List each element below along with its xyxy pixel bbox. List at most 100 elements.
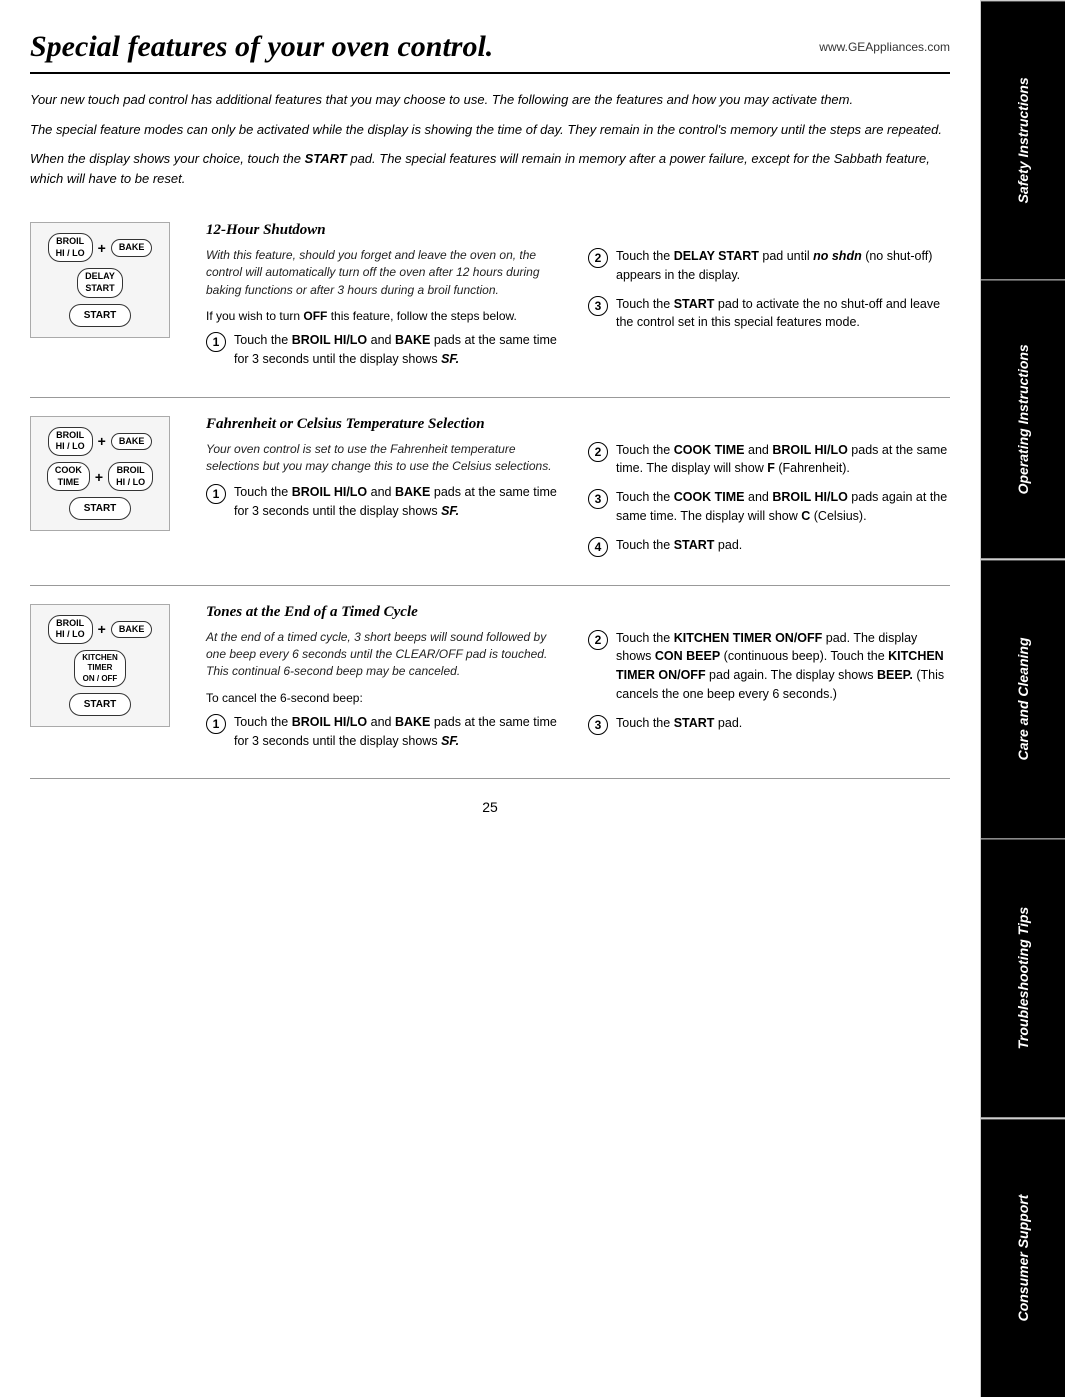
steps-right-2: 2 Touch the COOK TIME and BROIL HI/LO pa… xyxy=(588,441,950,567)
intro-para-1: Your new touch pad control has additiona… xyxy=(30,90,950,110)
btn-start-3: START xyxy=(69,693,132,716)
step-num-2-2: 2 xyxy=(588,442,608,462)
feature-left-2: BROILHI / LO + BAKE COOKTIME + BROILHI /… xyxy=(30,416,190,567)
btn-broil-3: BROILHI / LO xyxy=(48,615,93,644)
step-1-2: 1 Touch the BROIL HI/LO and BAKE pads at… xyxy=(206,483,568,521)
page-number: 25 xyxy=(30,799,950,815)
step-text-3-3: Touch the START pad. xyxy=(616,714,950,735)
step-text-3-1: Touch the START pad to activate the no s… xyxy=(616,295,950,333)
btn-start-2: START xyxy=(69,497,132,520)
btn-broil-1: BROILHI / LO xyxy=(48,233,93,262)
btn-row-3-2: KITCHENTIMERON / OFF xyxy=(74,650,126,687)
feature-content-3: At the end of a timed cycle, 3 short bee… xyxy=(206,629,950,761)
feature-content-1: With this feature, should you forget and… xyxy=(206,247,950,379)
plus-1: + xyxy=(98,240,106,256)
step-4-2: 4 Touch the START pad. xyxy=(588,536,950,557)
step-3-1: 3 Touch the START pad to activate the no… xyxy=(588,295,950,333)
page-title: Special features of your oven control. xyxy=(30,30,493,64)
sidebar-consumer: Consumer Support xyxy=(981,1118,1065,1397)
step-2-3: 2 Touch the KITCHEN TIMER ON/OFF pad. Th… xyxy=(588,629,950,704)
plus-2-1: + xyxy=(98,433,106,449)
feature-main-2: Fahrenheit or Celsius Temperature Select… xyxy=(206,416,950,567)
feature-title-3: Tones at the End of a Timed Cycle xyxy=(206,604,950,621)
step-text-2-1: Touch the DELAY START pad until no shdn … xyxy=(616,247,950,285)
step-text-4-2: Touch the START pad. xyxy=(616,536,950,557)
feature-content-2: Your oven control is set to use the Fahr… xyxy=(206,441,950,567)
step-1-3: 1 Touch the BROIL HI/LO and BAKE pads at… xyxy=(206,713,568,751)
step-text-2-2: Touch the COOK TIME and BROIL HI/LO pads… xyxy=(616,441,950,479)
step-text-2-3: Touch the KITCHEN TIMER ON/OFF pad. The … xyxy=(616,629,950,704)
btn-broil2-2: BROILHI / LO xyxy=(108,462,153,491)
feature-title-1: 12-Hour Shutdown xyxy=(206,222,950,239)
step-text-1-2: Touch the BROIL HI/LO and BAKE pads at t… xyxy=(234,483,568,521)
website-url: www.GEAppliances.com xyxy=(819,40,950,54)
feature-hour-shutdown: BROILHI / LO + BAKE DELAYSTART START 12-… xyxy=(30,204,950,398)
step-3-3: 3 Touch the START pad. xyxy=(588,714,950,735)
btn-start-1: START xyxy=(69,304,132,327)
btn-delay-start-1: DELAYSTART xyxy=(77,268,123,297)
feature-left-1: BROILHI / LO + BAKE DELAYSTART START xyxy=(30,222,190,379)
steps-right-1: 2 Touch the DELAY START pad until no shd… xyxy=(588,247,950,379)
btn-row-1: BROILHI / LO + BAKE xyxy=(48,233,153,262)
steps-left-3: At the end of a timed cycle, 3 short bee… xyxy=(206,629,568,761)
page-header: Special features of your oven control. w… xyxy=(30,30,950,74)
step-num-1-3: 1 xyxy=(206,714,226,734)
btn-diagram-3: BROILHI / LO + BAKE KITCHENTIMERON / OFF… xyxy=(30,604,170,728)
feature-main-3: Tones at the End of a Timed Cycle At the… xyxy=(206,604,950,761)
sidebar-troubleshooting: Troubleshooting Tips xyxy=(981,838,1065,1117)
feature-tones: BROILHI / LO + BAKE KITCHENTIMERON / OFF… xyxy=(30,586,950,780)
step-text-1-1: Touch the BROIL HI/LO and BAKE pads at t… xyxy=(234,331,568,369)
btn-row-2-3: START xyxy=(69,497,132,520)
step-3-2: 3 Touch the COOK TIME and BROIL HI/LO pa… xyxy=(588,488,950,526)
step-num-1-2: 1 xyxy=(206,484,226,504)
plus-3: + xyxy=(98,621,106,637)
btn-cook-time-2: COOKTIME xyxy=(47,462,90,491)
plus-2-2: + xyxy=(95,469,103,485)
btn-bake-3: BAKE xyxy=(111,621,153,639)
feature-desc-3: At the end of a timed cycle, 3 short bee… xyxy=(206,629,568,681)
feature-desc-1: With this feature, should you forget and… xyxy=(206,247,568,299)
btn-diagram-2: BROILHI / LO + BAKE COOKTIME + BROILHI /… xyxy=(30,416,170,532)
main-content: Special features of your oven control. w… xyxy=(0,0,980,1397)
steps-left-2: Your oven control is set to use the Fahr… xyxy=(206,441,568,567)
step-num-3-1: 3 xyxy=(588,296,608,316)
feature-title-2: Fahrenheit or Celsius Temperature Select… xyxy=(206,416,950,433)
feature-desc-2: Your oven control is set to use the Fahr… xyxy=(206,441,568,476)
btn-bake-1: BAKE xyxy=(111,239,153,257)
steps-right-3: 2 Touch the KITCHEN TIMER ON/OFF pad. Th… xyxy=(588,629,950,761)
step-2-2: 2 Touch the COOK TIME and BROIL HI/LO pa… xyxy=(588,441,950,479)
btn-row-3: START xyxy=(69,304,132,327)
step-num-1-1: 1 xyxy=(206,332,226,352)
btn-row-2: DELAYSTART xyxy=(77,268,123,297)
btn-broil-2: BROILHI / LO xyxy=(48,427,93,456)
intro-para-2: The special feature modes can only be ac… xyxy=(30,120,950,140)
btn-diagram-1: BROILHI / LO + BAKE DELAYSTART START xyxy=(30,222,170,338)
sidebar-safety: Safety Instructions xyxy=(981,0,1065,279)
cancel-beep-label: To cancel the 6-second beep: xyxy=(206,689,568,707)
btn-bake-2: BAKE xyxy=(111,433,153,451)
btn-row-3-1: BROILHI / LO + BAKE xyxy=(48,615,153,644)
sidebar-care: Care and Cleaning xyxy=(981,559,1065,838)
feature-extra-1: If you wish to turn OFF this feature, fo… xyxy=(206,307,568,325)
step-num-2-3: 2 xyxy=(588,630,608,650)
step-num-3-2: 3 xyxy=(588,489,608,509)
btn-row-3-3: START xyxy=(69,693,132,716)
steps-left-1: With this feature, should you forget and… xyxy=(206,247,568,379)
btn-kitchen-timer: KITCHENTIMERON / OFF xyxy=(74,650,126,687)
sidebar-operating: Operating Instructions xyxy=(981,279,1065,558)
step-text-1-3: Touch the BROIL HI/LO and BAKE pads at t… xyxy=(234,713,568,751)
sidebar: Safety Instructions Operating Instructio… xyxy=(980,0,1065,1397)
btn-row-2-2: COOKTIME + BROILHI / LO xyxy=(47,462,153,491)
intro-para-3: When the display shows your choice, touc… xyxy=(30,149,950,188)
step-text-3-2: Touch the COOK TIME and BROIL HI/LO pads… xyxy=(616,488,950,526)
step-num-4-2: 4 xyxy=(588,537,608,557)
step-1-1: 1 Touch the BROIL HI/LO and BAKE pads at… xyxy=(206,331,568,369)
feature-main-1: 12-Hour Shutdown With this feature, shou… xyxy=(206,222,950,379)
page-container: Special features of your oven control. w… xyxy=(0,0,1080,1397)
step-2-1: 2 Touch the DELAY START pad until no shd… xyxy=(588,247,950,285)
feature-left-3: BROILHI / LO + BAKE KITCHENTIMERON / OFF… xyxy=(30,604,190,761)
feature-fahrenheit-celsius: BROILHI / LO + BAKE COOKTIME + BROILHI /… xyxy=(30,398,950,586)
btn-row-2-1: BROILHI / LO + BAKE xyxy=(48,427,153,456)
step-num-2-1: 2 xyxy=(588,248,608,268)
step-num-3-3: 3 xyxy=(588,715,608,735)
